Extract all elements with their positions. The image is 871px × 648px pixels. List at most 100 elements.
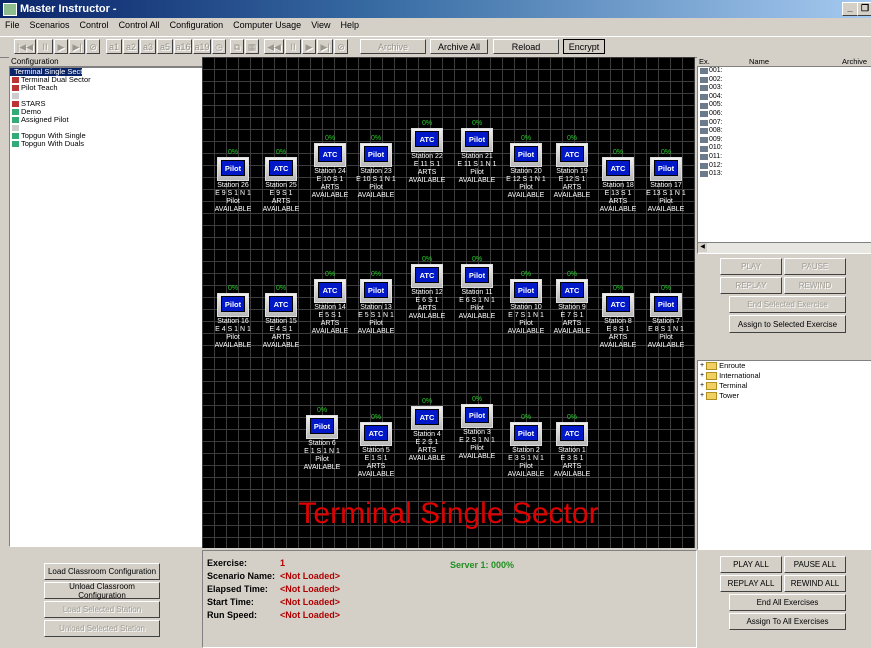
expand-icon[interactable]: + [700, 371, 704, 381]
tree-folder-terminal[interactable]: + Terminal [698, 381, 871, 391]
slot-a16-button[interactable]: a16 [174, 39, 192, 54]
unload-classroom-button[interactable]: Unload Classroom Configuration [44, 582, 160, 600]
tree-folder-enroute[interactable]: + Enroute [698, 361, 871, 371]
replay-all-button[interactable]: REPLAY ALL [720, 575, 782, 592]
pause-button[interactable]: PAUSE [784, 258, 846, 275]
station-progress: 0% [566, 414, 578, 421]
menu-control[interactable]: Control [75, 18, 114, 32]
rewind-all-button[interactable]: ◀◀ [264, 39, 284, 54]
configuration-list[interactable]: Terminal Single Sector Terminal Dual Sec… [9, 67, 204, 547]
grid-icon[interactable]: ▦ [245, 39, 259, 54]
pause-all-button[interactable]: PAUSE ALL [784, 556, 846, 573]
station-15[interactable]: 0% ATC Station 15 E 4 S 1 ARTS AVAILABLE [253, 285, 309, 350]
station-11[interactable]: 0% Pilot Station 11 E 6 S 1 N 1 Pilot AVAI… [449, 256, 505, 321]
config-item-topgun-duals[interactable]: Topgun With Duals [10, 140, 203, 148]
station-type: ATC [269, 160, 293, 176]
exercise-row[interactable]: 008: [698, 127, 871, 136]
station-6[interactable]: 0% Pilot Station 6 E 1 S 1 N 1 Pilot AVAIL… [294, 407, 350, 472]
exercise-row[interactable]: 002: [698, 76, 871, 85]
play-button[interactable]: ▶ [54, 39, 68, 54]
slot-a1-button[interactable]: a1 [106, 39, 122, 54]
menu-computer-usage[interactable]: Computer Usage [228, 18, 306, 32]
restore-icon[interactable]: ❐ [857, 2, 871, 16]
encrypt-button[interactable]: Encrypt [563, 39, 605, 54]
expand-icon[interactable]: + [700, 361, 704, 371]
skip-start-button[interactable]: |◀◀ [14, 39, 36, 54]
archive-all-button[interactable]: Archive All [430, 39, 488, 54]
stop-all-button[interactable]: ⊘ [334, 39, 348, 54]
classroom-grid[interactable]: Terminal Single Sector 0% Pilot Station 26… [202, 57, 695, 548]
unload-station-button[interactable]: Unload Selected Station [44, 620, 160, 637]
menu-file[interactable]: File [0, 18, 25, 32]
station-5[interactable]: 0% ATC Station 5 E 1 S 1 ARTS AVAILABLE [348, 414, 404, 479]
load-classroom-button[interactable]: Load Classroom Configuration [44, 563, 160, 580]
archive-selected-button[interactable]: Archive Selected [360, 39, 426, 67]
expand-icon[interactable]: + [700, 381, 704, 391]
classroom-icon [12, 117, 19, 123]
config-item-pilot-teach[interactable]: Pilot Teach [10, 84, 203, 92]
exercise-hscrollbar[interactable]: ◀ [697, 242, 871, 254]
menu-control-all[interactable]: Control All [114, 18, 165, 32]
station-3[interactable]: 0% Pilot Station 3 E 2 S 1 N 1 Pilot AVAIL… [449, 396, 505, 461]
config-item-assigned-pilot[interactable]: Assigned Pilot [10, 116, 203, 124]
exercise-row[interactable]: 011: [698, 153, 871, 162]
station-22[interactable]: 0% ATC Station 22 E 11 S 1 ARTS AVAILABLE [399, 120, 455, 185]
end-all-exercises-button[interactable]: End All Exercises [729, 594, 846, 611]
pause-button[interactable]: II [37, 39, 53, 54]
exercise-row[interactable]: 009: [698, 136, 871, 145]
slot-a3-button[interactable]: a3 [140, 39, 156, 54]
expand-icon[interactable]: + [700, 391, 704, 401]
station-13[interactable]: 0% Pilot Station 13 E 5 S 1 N 1 Pilot AVAI… [348, 271, 404, 336]
step-all-button[interactable]: ▶| [317, 39, 333, 54]
assign-all-exercises-button[interactable]: Assign To All Exercises [729, 613, 846, 630]
exercise-number: 005: [709, 101, 723, 109]
menu-configuration[interactable]: Configuration [165, 18, 229, 32]
reload-button[interactable]: Reload [493, 39, 559, 54]
station-4[interactable]: 0% ATC Station 4 E 2 S 1 ARTS AVAILABLE [399, 398, 455, 463]
station-1[interactable]: 0% ATC Station 1 E 3 S 1 ARTS AVAILABLE [544, 414, 600, 479]
assign-selected-exercise-button[interactable]: Assign to Selected Exercise [729, 315, 846, 333]
slot-a2-button[interactable]: a2 [123, 39, 139, 54]
exercise-row[interactable]: 001: [698, 67, 871, 76]
exercise-row[interactable]: 013: [698, 170, 871, 179]
station-17[interactable]: 0% Pilot Station 17 E 13 S 1 N 1 Pilot AVA… [638, 149, 694, 214]
end-selected-exercise-button[interactable]: End Selected Exercise [729, 296, 846, 313]
play-button[interactable]: PLAY [720, 258, 782, 275]
exercise-row[interactable]: 005: [698, 101, 871, 110]
scenario-value: <Not Loaded> [280, 571, 341, 581]
exercise-list[interactable]: 001: 002: 003: 004: 005: 006: 007: 008: 009: 010:… [697, 66, 871, 244]
slot-a19-button[interactable]: a19 [193, 39, 211, 54]
scroll-left-icon[interactable]: ◀ [698, 243, 707, 252]
menu-help[interactable]: Help [336, 18, 365, 32]
station-23[interactable]: 0% Pilot Station 23 E 10 S 1 N 1 Pilot AVA… [348, 135, 404, 200]
replay-button[interactable]: REPLAY [720, 277, 782, 294]
rewind-all-button[interactable]: REWIND ALL [784, 575, 846, 592]
station-25[interactable]: 0% ATC Station 25 E 9 S 1 ARTS AVAILABLE [253, 149, 309, 214]
tree-folder-tower[interactable]: + Tower [698, 391, 871, 401]
exercise-row[interactable]: 006: [698, 110, 871, 119]
exercise-row[interactable]: 012: [698, 162, 871, 171]
configuration-header: Configuration [9, 57, 202, 67]
rewind-button[interactable]: REWIND [784, 277, 846, 294]
station-21[interactable]: 0% Pilot Station 21 E 11 S 1 N 1 Pilot AVA… [449, 120, 505, 185]
play-all-button[interactable]: PLAY ALL [720, 556, 782, 573]
station-12[interactable]: 0% ATC Station 12 E 6 S 1 ARTS AVAILABLE [399, 256, 455, 321]
minimize-icon[interactable]: _ [842, 2, 858, 16]
scenario-tree[interactable]: + Enroute + International + Terminal + Tower [697, 360, 871, 550]
copy-icon[interactable]: ⧉ [230, 39, 244, 54]
exercise-row[interactable]: 004: [698, 93, 871, 102]
pause-all-button[interactable]: II [285, 39, 301, 54]
menu-scenarios[interactable]: Scenarios [25, 18, 75, 32]
exercise-row[interactable]: 010: [698, 144, 871, 153]
station-7[interactable]: 0% Pilot Station 7 E 8 S 1 N 1 Pilot AVAIL… [638, 285, 694, 350]
slot-a5-button[interactable]: a5 [157, 39, 173, 54]
load-station-button[interactable]: Load Selected Station [44, 601, 160, 618]
stop-button[interactable]: ⊘ [86, 39, 100, 54]
clock-icon[interactable]: ◷ [212, 39, 226, 54]
menu-view[interactable]: View [306, 18, 335, 32]
step-forward-button[interactable]: ▶| [69, 39, 85, 54]
exercise-row[interactable]: 003: [698, 84, 871, 93]
play-all-button[interactable]: ▶ [302, 39, 316, 54]
exercise-row[interactable]: 007: [698, 119, 871, 128]
tree-folder-international[interactable]: + International [698, 371, 871, 381]
